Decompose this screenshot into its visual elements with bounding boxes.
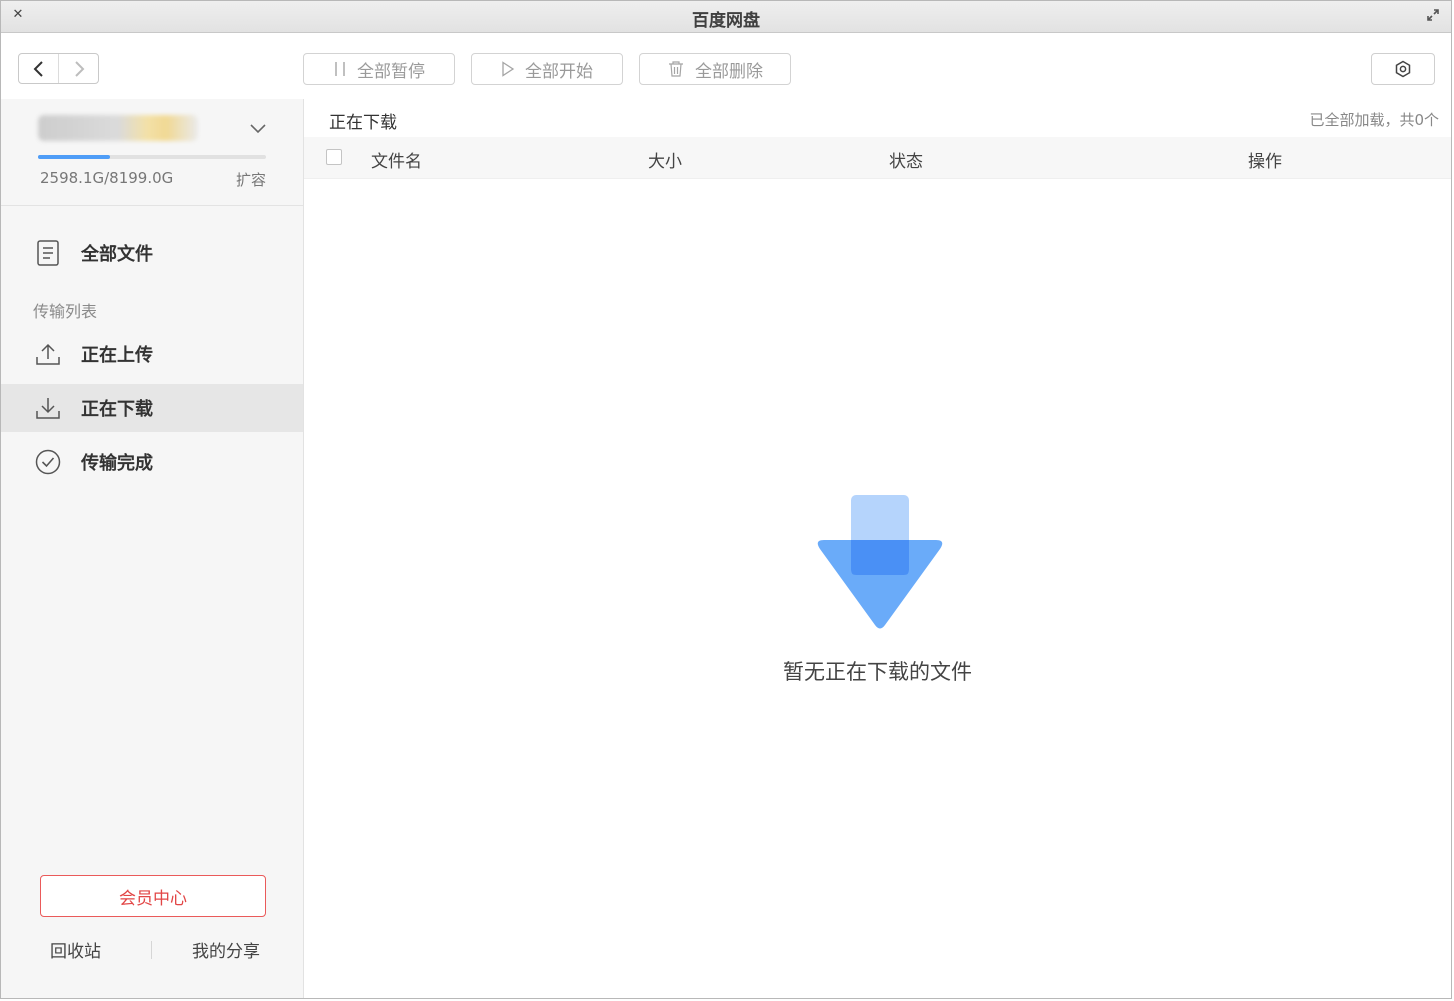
sidebar: 2598.1G/8199.0G 扩容 全部文件 传输列表 正在上传 正在下载 传… (1, 99, 304, 998)
delete-all-label: 全部删除 (695, 61, 763, 82)
back-button[interactable] (19, 54, 58, 83)
vip-center-button[interactable]: 会员中心 (40, 875, 266, 917)
history-nav (18, 53, 99, 84)
download-icon (34, 394, 62, 422)
settings-button[interactable] (1371, 53, 1435, 85)
play-icon (502, 61, 515, 77)
document-icon (34, 239, 62, 267)
sidebar-item-label: 全部文件 (81, 244, 153, 265)
start-all-label: 全部开始 (525, 61, 593, 82)
my-share-link[interactable]: 我的分享 (192, 937, 260, 962)
chevron-down-icon[interactable] (249, 121, 267, 135)
column-header-actions: 操作 (1248, 152, 1282, 172)
column-header-size[interactable]: 大小 (648, 147, 682, 172)
column-header-status: 状态 (889, 152, 923, 172)
app-window: ✕ 百度网盘 全部暂停 全部开始 全部删除 2598.1G/8199.0G 扩容… (0, 0, 1452, 999)
expand-storage-link[interactable]: 扩容 (236, 169, 266, 190)
window-title: 百度网盘 (692, 11, 760, 31)
bottom-links: 回收站 我的分享 (1, 935, 303, 965)
upload-icon (34, 340, 62, 368)
forward-button[interactable] (58, 54, 98, 83)
pause-icon (335, 62, 345, 76)
pause-all-button[interactable]: 全部暂停 (303, 53, 455, 85)
empty-download-arrow-icon (812, 495, 948, 635)
column-header-filename[interactable]: 文件名 (371, 147, 422, 172)
sidebar-item-label: 正在下载 (81, 399, 153, 420)
chevron-left-icon (33, 60, 43, 77)
transfer-list-label: 传输列表 (33, 302, 98, 321)
trash-icon (669, 61, 683, 77)
check-circle-icon (34, 448, 62, 476)
toolbar: 全部暂停 全部开始 全部删除 (1, 33, 1451, 100)
pause-all-label: 全部暂停 (357, 61, 425, 82)
select-all-checkbox[interactable] (326, 149, 342, 165)
empty-message: 暂无正在下载的文件 (783, 660, 972, 684)
chevron-right-icon (74, 60, 84, 77)
sidebar-item-label: 传输完成 (81, 453, 153, 474)
recycle-bin-link[interactable]: 回收站 (50, 937, 101, 962)
maximize-icon[interactable] (1425, 7, 1441, 23)
quota-progress-fill (38, 155, 111, 159)
delete-all-button[interactable]: 全部删除 (639, 53, 791, 85)
sidebar-item-label: 正在上传 (81, 345, 153, 366)
main-panel: 正在下载 已全部加载，共0个 文件名 大小 状态 操作 暂无正在下载的文件 (304, 99, 1451, 998)
quota-text: 2598.1G/8199.0G (40, 169, 174, 187)
table-header: 文件名 大小 状态 操作 (304, 137, 1451, 179)
title-bar: ✕ 百度网盘 (1, 1, 1451, 33)
gear-icon (1395, 60, 1411, 78)
link-divider (151, 941, 152, 959)
sidebar-item-all-files[interactable]: 全部文件 (1, 229, 303, 277)
start-all-button[interactable]: 全部开始 (471, 53, 623, 85)
sidebar-item-completed[interactable]: 传输完成 (1, 438, 303, 486)
account-panel: 2598.1G/8199.0G 扩容 (1, 99, 303, 206)
quota-progress-bar (38, 155, 266, 159)
load-status: 已全部加载，共0个 (1309, 111, 1439, 129)
page-title: 正在下载 (329, 113, 397, 133)
sidebar-item-uploading[interactable]: 正在上传 (1, 330, 303, 378)
sidebar-item-downloading[interactable]: 正在下载 (1, 384, 303, 432)
account-name-blurred[interactable] (38, 115, 198, 141)
